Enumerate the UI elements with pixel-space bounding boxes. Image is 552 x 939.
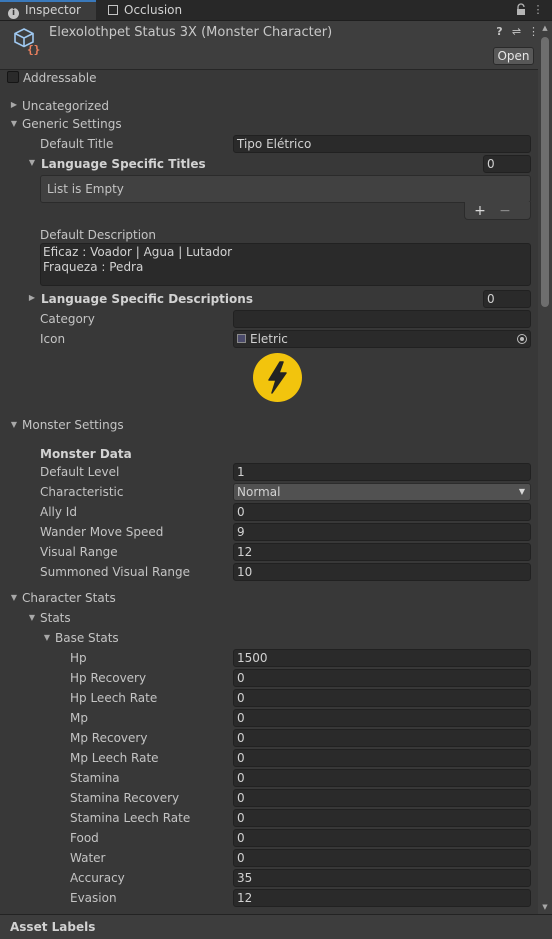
stat-field[interactable]: 0: [233, 769, 531, 787]
description-line-1: Eficaz : Voador | Agua | Lutador: [43, 245, 233, 259]
add-element-button[interactable]: +: [471, 202, 489, 220]
stat-field[interactable]: 0: [233, 709, 531, 727]
stat-label: Hp Leech Rate: [70, 691, 158, 705]
stat-label: Accuracy: [70, 871, 125, 885]
tab-occlusion-label: Occlusion: [124, 3, 183, 17]
stat-label: Stamina Leech Rate: [70, 811, 191, 825]
foldout-generic-settings[interactable]: Generic Settings: [22, 116, 122, 132]
icon-object-field[interactable]: Eletric: [233, 330, 531, 348]
monster-row-label: Wander Move Speed: [40, 525, 164, 539]
monster-row-label: Ally Id: [40, 505, 77, 519]
stat-field[interactable]: 0: [233, 749, 531, 767]
monster-row-label: Summoned Visual Range: [40, 565, 191, 579]
lightning-bolt-icon: [253, 353, 302, 402]
language-descriptions-size-field[interactable]: 0: [483, 290, 531, 308]
expanded-arrow-icon[interactable]: ▼: [9, 116, 19, 132]
stat-label: Stamina: [70, 771, 120, 785]
foldout-language-descriptions[interactable]: Language Specific Descriptions: [41, 291, 253, 307]
monster-row-label: Default Level: [40, 465, 120, 479]
tab-inspector[interactable]: i Inspector: [0, 0, 96, 20]
addressable-label: Addressable: [23, 71, 97, 85]
stat-label: Hp: [70, 651, 87, 665]
stat-field[interactable]: 0: [233, 789, 531, 807]
summoned-visual-range-field[interactable]: 10: [233, 563, 531, 581]
foldout-base-stats[interactable]: Base Stats: [55, 630, 119, 646]
occlusion-icon: [108, 5, 118, 15]
ally-id-field[interactable]: 0: [233, 503, 531, 521]
foldout-language-titles[interactable]: Language Specific Titles: [41, 156, 206, 172]
sprite-icon: [237, 334, 246, 343]
stat-label: Hp Recovery: [70, 671, 147, 685]
monster-data-header: Monster Data: [40, 447, 132, 461]
addressable-checkbox[interactable]: [7, 71, 19, 83]
icon-label: Icon: [40, 332, 66, 346]
foldout-uncategorized[interactable]: Uncategorized: [22, 98, 109, 114]
default-description-field[interactable]: Eficaz : Voador | Agua | Lutador Fraquez…: [40, 243, 531, 286]
stat-label: Food: [70, 831, 99, 845]
visual-range-field[interactable]: 12: [233, 543, 531, 561]
description-line-2: Fraqueza : Pedra: [43, 260, 144, 274]
remove-element-button[interactable]: −: [496, 202, 514, 220]
help-icon[interactable]: ?: [493, 25, 506, 38]
scroll-down-icon[interactable]: ▼: [538, 900, 552, 914]
default-level-field[interactable]: 1: [233, 463, 531, 481]
expanded-arrow-icon[interactable]: ▼: [27, 155, 37, 171]
stat-field[interactable]: 12: [233, 889, 531, 907]
category-label: Category: [40, 312, 95, 326]
stat-field[interactable]: 35: [233, 869, 531, 887]
lock-icon[interactable]: [514, 3, 528, 17]
category-field[interactable]: [233, 310, 531, 328]
foldout-stats[interactable]: Stats: [40, 610, 71, 626]
settings-icon[interactable]: ⇌: [510, 25, 523, 38]
language-titles-size-field[interactable]: 0: [483, 155, 531, 173]
collapsed-arrow-icon[interactable]: ▶: [27, 290, 37, 306]
stat-field[interactable]: 0: [233, 809, 531, 827]
stat-label: Mp Recovery: [70, 731, 148, 745]
default-description-label: Default Description: [40, 228, 157, 242]
tab-inspector-label: Inspector: [25, 3, 81, 17]
scroll-up-icon[interactable]: ▲: [538, 21, 552, 35]
list-empty-text: List is Empty: [47, 182, 124, 196]
prefab-icon: {}: [12, 27, 40, 56]
stat-label: Mp Leech Rate: [70, 751, 159, 765]
stat-label: Water: [70, 851, 106, 865]
default-title-field[interactable]: Tipo Elétrico: [233, 135, 531, 153]
default-title-label: Default Title: [40, 137, 114, 151]
object-title: Elexolothpet Status 3X (Monster Characte…: [49, 25, 333, 40]
stat-field[interactable]: 0: [233, 829, 531, 847]
stat-field[interactable]: 0: [233, 689, 531, 707]
stat-field[interactable]: 0: [233, 729, 531, 747]
stat-field[interactable]: 0: [233, 849, 531, 867]
collapsed-arrow-icon[interactable]: ▶: [9, 97, 19, 113]
chevron-down-icon: ▼: [518, 487, 525, 496]
wander-move-speed-field[interactable]: 9: [233, 523, 531, 541]
tab-menu-icon[interactable]: ⋮: [531, 3, 545, 17]
expanded-arrow-icon[interactable]: ▼: [42, 630, 52, 646]
foldout-character-stats[interactable]: Character Stats: [22, 590, 116, 606]
expanded-arrow-icon[interactable]: ▼: [9, 417, 19, 433]
icon-value: Eletric: [250, 332, 288, 346]
tab-occlusion[interactable]: Occlusion: [100, 0, 190, 20]
characteristic-value: Normal: [237, 485, 281, 499]
asset-labels-foldout[interactable]: Asset Labels: [10, 919, 95, 935]
monster-row-label: Characteristic: [40, 485, 124, 499]
foldout-monster-settings[interactable]: Monster Settings: [22, 417, 124, 433]
stat-field[interactable]: 0: [233, 669, 531, 687]
scrollbar-thumb[interactable]: [541, 37, 549, 307]
stat-label: Evasion: [70, 891, 117, 905]
open-button[interactable]: Open: [493, 47, 534, 65]
stat-label: Mp: [70, 711, 88, 725]
svg-text:{}: {}: [27, 43, 40, 55]
expanded-arrow-icon[interactable]: ▼: [9, 590, 19, 606]
stat-field[interactable]: 1500: [233, 649, 531, 667]
expanded-arrow-icon[interactable]: ▼: [27, 610, 37, 626]
monster-row-label: Visual Range: [40, 545, 118, 559]
characteristic-dropdown[interactable]: Normal ▼: [233, 483, 531, 501]
object-picker-icon[interactable]: [517, 334, 527, 344]
info-icon: i: [8, 8, 19, 19]
stat-label: Stamina Recovery: [70, 791, 180, 805]
